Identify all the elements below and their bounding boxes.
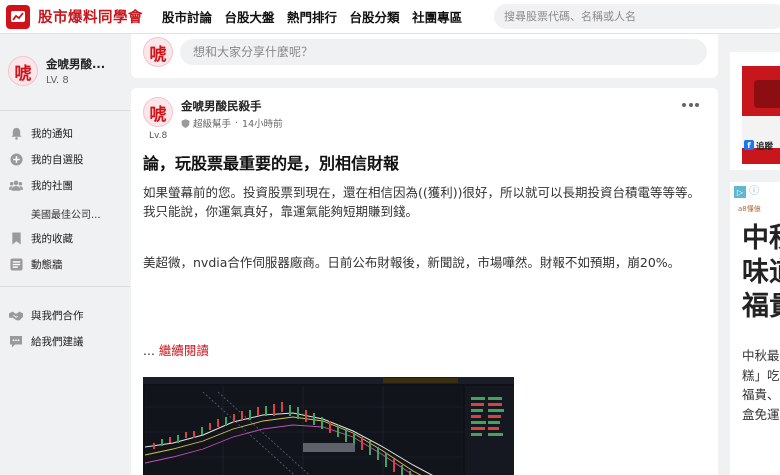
nav-stock-category[interactable]: 台股分類	[350, 7, 400, 26]
post-chart-image[interactable]	[143, 377, 514, 475]
main-nav: 股市討論 台股大盤 熱門排行 台股分類 社團專區	[162, 7, 475, 26]
plus-circle-icon	[9, 153, 23, 167]
nav-stock-discussion[interactable]: 股市討論	[162, 7, 212, 26]
post-paragraph: 如果螢幕前的您。投資股票到現在，還在相信因為((獲利))很好，所以就可以長期投資…	[143, 185, 701, 200]
user-profile[interactable]: 唬 金唬男酸... LV. 8	[8, 56, 105, 86]
sidebar-item-label: 我的社團	[31, 180, 73, 192]
read-more-ellipsis: ...	[143, 343, 155, 358]
sidebar-item-label: 我的收藏	[31, 233, 73, 245]
site-logo[interactable]: 股市爆料同學會	[6, 4, 143, 29]
profile-level: LV. 8	[46, 75, 69, 86]
sidebar-subitem-group[interactable]: 美國最佳公司...	[31, 206, 101, 221]
sidebar-item-notifications[interactable]: 我的通知	[9, 126, 73, 141]
sidebar-item-groups[interactable]: 我的社團	[9, 178, 73, 193]
read-more-link[interactable]: 繼續閱讀	[159, 343, 209, 358]
ad-brand: a8懂億	[738, 205, 761, 213]
post-paragraph: 美超微，nvdia合作伺服器廠商。日前公布財報後，新聞說，市場嘩然。財報不如預期…	[143, 255, 681, 270]
post-author-role: 超級幫手	[193, 119, 232, 130]
facebook-icon: f	[744, 140, 754, 150]
site-name: 股市爆料同學會	[38, 10, 143, 26]
post-author-avatar[interactable]: 唬	[143, 97, 173, 127]
ad-info-icon[interactable]: ▷	[734, 186, 746, 198]
ad-headline: 中秋 味道 福貴	[742, 223, 780, 322]
ad-banner-side[interactable]: ▷ ⓘ a8懂億 中秋 味道 福貴 中秋最 糕」吃 福貴、 盒免運	[730, 182, 780, 475]
shield-icon	[181, 118, 190, 128]
bookmark-icon	[9, 232, 23, 246]
left-sidebar: 唬 金唬男酸... LV. 8 我的通知 我的自選股 我的社團 美國最佳公司..…	[0, 34, 130, 475]
group-icon	[9, 179, 23, 193]
sidebar-item-label: 我的通知	[31, 128, 73, 140]
post-card: 唬 Lv.8 金唬男酸民殺手 超級幫手 · 14小時前 論，玩股票最重要的是，別…	[131, 88, 718, 475]
sidebar-item-partner[interactable]: 與我們合作	[9, 308, 84, 323]
sidebar-item-feed[interactable]: 動態牆	[9, 257, 63, 272]
logo-icon	[6, 4, 30, 29]
top-bar: 股市爆料同學會 股市討論 台股大盤 熱門排行 台股分類 社團專區	[0, 0, 780, 34]
sidebar-item-label: 與我們合作	[31, 310, 84, 322]
sidebar-item-favorites[interactable]: 我的收藏	[9, 231, 73, 246]
feed-icon	[9, 258, 23, 272]
ad-close-icon[interactable]: ⓘ	[748, 186, 760, 198]
sidebar-item-feedback[interactable]: 給我們建議	[9, 334, 84, 349]
ad-body: 中秋最 糕」吃 福貴、 盒免運	[742, 348, 780, 422]
sidebar-item-label: 動態牆	[31, 259, 63, 271]
ad-follow-label[interactable]: 追蹤	[756, 140, 773, 152]
post-title[interactable]: 論，玩股票最重要的是，別相信財報	[143, 150, 399, 174]
post-paragraph-gap	[143, 221, 708, 254]
post-paragraph: 我只能說，你運氣真好，靠運氣能夠短期賺到錢。	[143, 203, 419, 219]
post-time: 14小時前	[242, 119, 283, 130]
profile-name: 金唬男酸...	[46, 57, 106, 71]
search-input[interactable]	[494, 4, 780, 29]
post-body: 如果螢幕前的您。投資股票到現在，還在相信因為((獲利))很好，所以就可以長期投資…	[143, 184, 708, 273]
sidebar-item-label: 我的自選股	[31, 154, 84, 166]
ad-banner-top[interactable]: f 追蹤	[730, 52, 780, 170]
composer-input[interactable]	[180, 39, 707, 65]
avatar: 唬	[143, 37, 173, 67]
post-author-level: Lv.8	[149, 131, 168, 141]
post-author-name[interactable]: 金唬男酸民殺手	[181, 98, 262, 114]
sidebar-item-watchlist[interactable]: 我的自選股	[9, 152, 84, 167]
bell-icon	[9, 127, 23, 141]
sidebar-item-label: 給我們建議	[31, 336, 84, 348]
nav-hot-ranking[interactable]: 熱門排行	[287, 7, 337, 26]
feedback-icon	[9, 335, 23, 349]
sidebar-divider	[0, 110, 130, 111]
ad-logo-icon	[754, 80, 780, 108]
post-meta: 超級幫手 · 14小時前	[181, 116, 283, 130]
read-more: ... 繼續閱讀	[143, 340, 209, 359]
nav-club[interactable]: 社團專區	[412, 7, 462, 26]
handshake-icon	[9, 309, 23, 323]
avatar: 唬	[8, 56, 38, 86]
sidebar-divider	[0, 286, 130, 287]
nav-taiwan-index[interactable]: 台股大盤	[225, 7, 275, 26]
more-options-icon[interactable]	[682, 103, 702, 107]
post-composer: 唬	[131, 34, 718, 78]
